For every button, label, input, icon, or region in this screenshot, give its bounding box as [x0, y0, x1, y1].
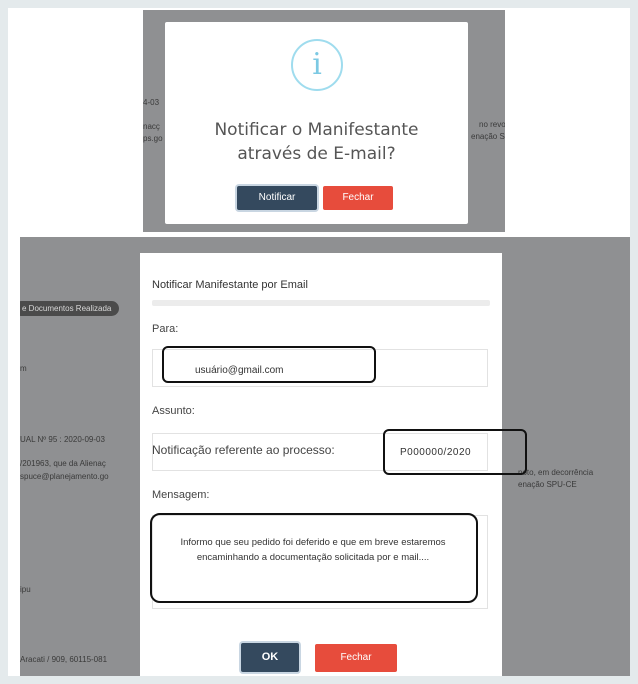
modal-title: Notificar Manifestante por Email — [152, 279, 308, 291]
modal-divider — [152, 300, 490, 306]
background-text: Aracati / 909, 60115-081 — [20, 655, 108, 664]
ok-button[interactable]: OK — [241, 643, 299, 672]
notify-email-modal: Notificar Manifestante por Email Para: u… — [140, 253, 527, 676]
background-text: m — [20, 364, 27, 373]
background-text: ps.go — [143, 134, 163, 143]
background-text: noto, em decorrência — [518, 468, 594, 477]
message-label: Mensagem: — [152, 489, 210, 501]
background-text: /201963, que da Alienaç — [20, 459, 106, 468]
background-text: enação S — [471, 132, 505, 141]
fechar-button[interactable]: Fechar — [315, 644, 397, 672]
subject-text: Notificação referente ao processo: — [152, 443, 335, 457]
background-text: 4-03 — [143, 98, 160, 107]
notificar-button[interactable]: Notificar — [237, 186, 317, 210]
background-text: nacç — [143, 122, 160, 131]
notify-confirm-dialog: i Notificar o Manifestante através de E-… — [165, 22, 468, 224]
status-badge: e Documentos Realizada — [20, 301, 120, 316]
subject-label: Assunto: — [152, 405, 195, 417]
to-value: usuário@gmail.com — [195, 365, 284, 376]
fechar-button[interactable]: Fechar — [323, 186, 393, 210]
info-icon: i — [291, 39, 343, 91]
background-text: enação SPU-CE — [518, 480, 577, 489]
confirm-dialog-title: Notificar o Manifestante através de E-ma… — [214, 120, 419, 164]
background-text: spuce@planejamento.go — [20, 472, 109, 481]
to-label: Para: — [152, 323, 179, 335]
background-text: ipu — [20, 585, 31, 594]
process-number: P000000/2020 — [400, 447, 472, 458]
background-text: UAL Nº 95 : 2020-09-03 — [20, 435, 105, 444]
message-text: Informo que seu pedido foi deferido e qu… — [180, 537, 446, 563]
background-text: no revo — [479, 120, 505, 129]
